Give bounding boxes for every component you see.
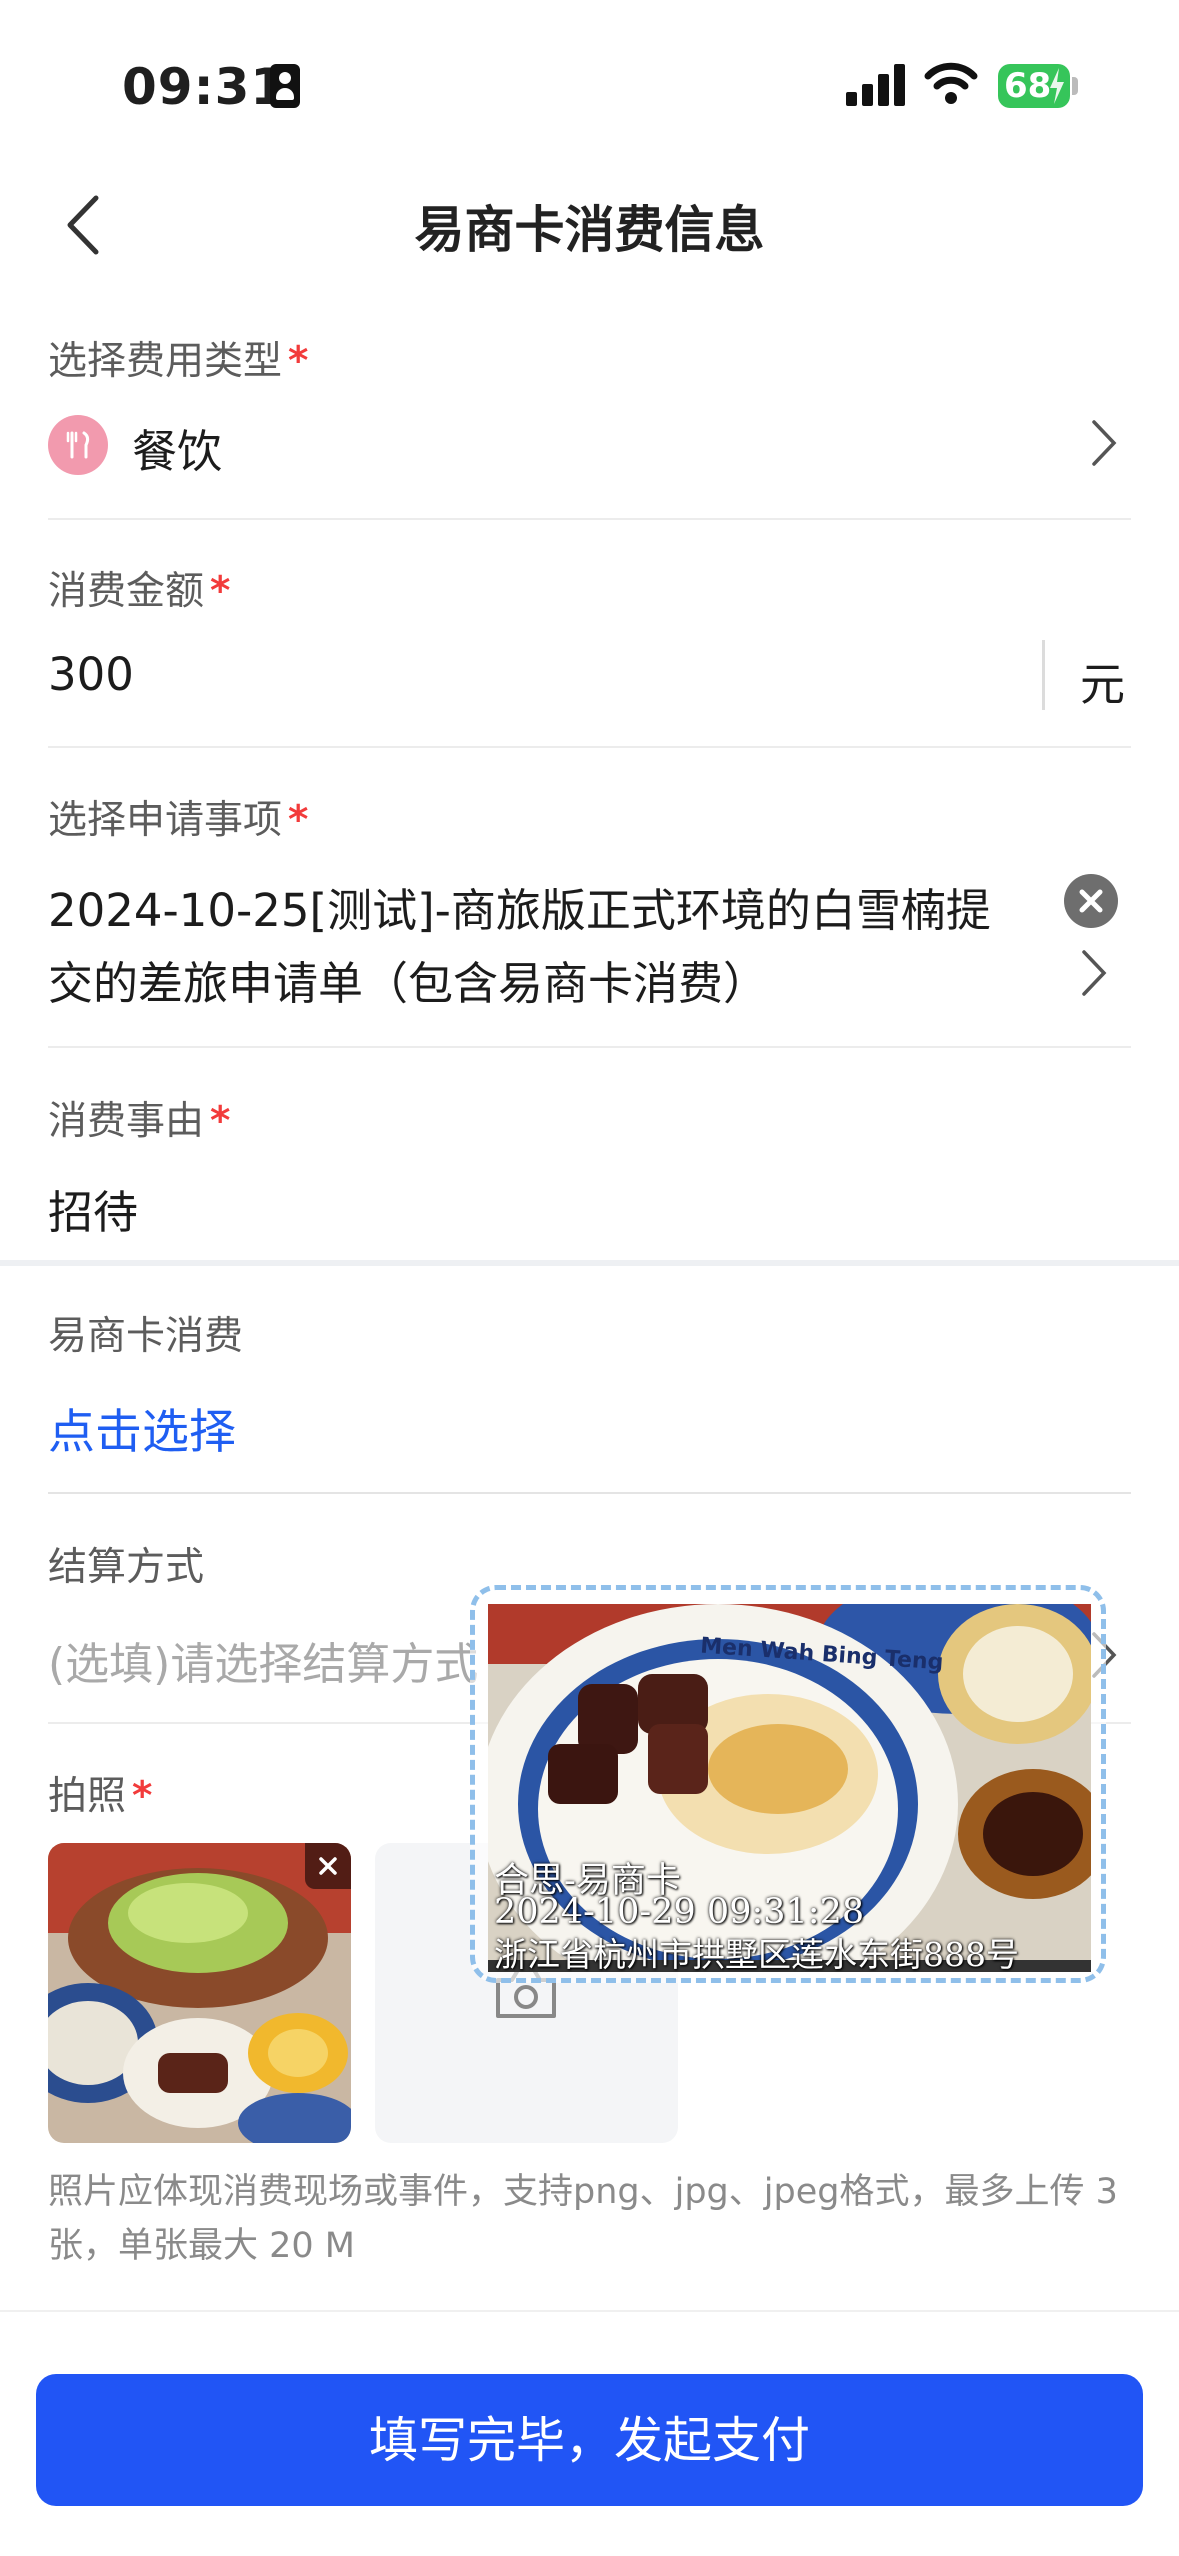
amount-input[interactable]: 300 <box>48 648 134 701</box>
application-value[interactable]: 2024-10-25[测试]-商旅版正式环境的白雪楠提 交的差旅申请单（包含易商… <box>48 874 1058 1012</box>
dining-icon <box>48 415 108 475</box>
status-time: 09:31 <box>122 58 287 116</box>
section-divider <box>0 1260 1179 1266</box>
photo-label: 拍照 * <box>48 1774 153 1819</box>
cellular-signal-icon <box>846 62 906 106</box>
application-value-line2: 交的差旅申请单（包含易商卡消费） <box>48 957 769 1010</box>
remove-photo-button[interactable] <box>305 1843 351 1889</box>
card-label: 易商卡消费 <box>48 1314 244 1359</box>
required-mark: * <box>132 1774 153 1819</box>
chevron-right-icon[interactable] <box>1088 418 1118 468</box>
amount-unit: 元 <box>1080 658 1126 711</box>
required-mark: * <box>288 339 309 384</box>
unit-separator <box>1042 640 1045 710</box>
application-value-line1: 2024-10-25[测试]-商旅版正式环境的白雪楠提 <box>48 884 991 937</box>
settlement-label: 结算方式 <box>48 1545 205 1590</box>
settlement-select[interactable]: (选填)请选择结算方式 <box>48 1628 478 1692</box>
expense-type-label: 选择费用类型 * <box>48 339 309 384</box>
watermark-timestamp: 2024-10-29 09:31:28 <box>494 1892 865 1932</box>
expense-type-value[interactable]: 餐饮 <box>132 415 222 480</box>
charging-bolt-icon <box>1050 68 1064 104</box>
wifi-icon <box>924 62 978 104</box>
divider <box>48 1046 1131 1048</box>
photo-hint: 照片应体现消费现场或事件，支持png、jpg、jpeg格式，最多上传 3 张，单… <box>48 2172 1118 2266</box>
reason-input[interactable]: 招待 <box>48 1176 138 1241</box>
amount-label: 消费金额 * <box>48 569 231 614</box>
divider <box>48 518 1131 520</box>
application-label: 选择申请事项 * <box>48 798 309 843</box>
divider <box>48 1492 1131 1494</box>
required-mark: * <box>288 798 309 843</box>
reason-label: 消费事由 * <box>48 1099 231 1144</box>
id-card-icon <box>270 64 300 108</box>
required-mark: * <box>210 1099 231 1144</box>
footer-divider <box>0 2310 1179 2312</box>
watermark-address: 浙江省杭州市拱墅区莲水东街888号 <box>494 1935 1019 1974</box>
page-title: 易商卡消费信息 <box>414 201 765 259</box>
required-mark: * <box>210 569 231 614</box>
battery-tip <box>1072 77 1078 95</box>
card-select-link[interactable]: 点击选择 <box>48 1393 236 1462</box>
submit-payment-button[interactable]: 填写完毕，发起支付 <box>36 2374 1143 2506</box>
divider <box>48 746 1131 748</box>
clear-icon[interactable] <box>1064 874 1118 928</box>
chevron-right-icon[interactable] <box>1078 948 1108 998</box>
